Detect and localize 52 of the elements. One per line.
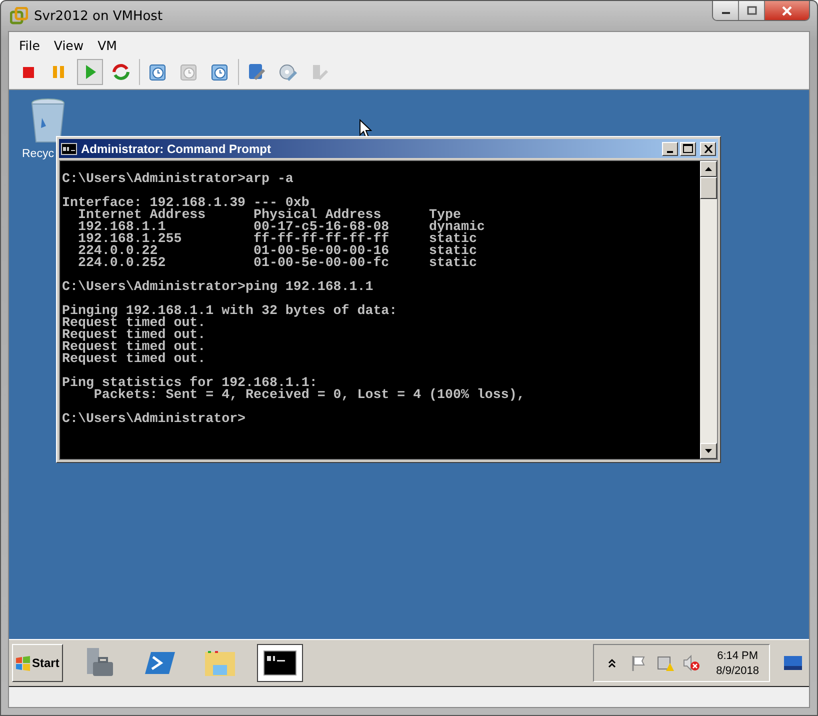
console-line: 224.0.0.22 01-00-5e-00-00-16 static (76, 245, 478, 257)
maximize-button[interactable] (739, 1, 765, 20)
clock-time[interactable]: 6:14 PM (717, 650, 758, 662)
console-line: Request timed out. (62, 353, 207, 365)
window-title: Svr2012 on VMHost (34, 8, 163, 24)
snapshot-manager-icon (210, 62, 230, 82)
console-line: C:\Users\Administrator>arp -a (62, 173, 294, 185)
down-arrow-icon (705, 449, 712, 453)
app-logo-icon (10, 7, 28, 25)
clock-date[interactable]: 8/9/2018 (716, 664, 759, 676)
console-line: Request timed out. (62, 329, 207, 341)
menu-item[interactable]: File (19, 38, 40, 52)
revert-snapshot-icon (179, 62, 199, 82)
minimize-icon (667, 150, 673, 152)
console-line: 192.168.1.1 00-17-c5-16-68-08 dynamic (76, 221, 486, 233)
taskbar-button[interactable] (257, 644, 303, 682)
console-window-title: Administrator: Command Prompt (81, 142, 272, 156)
reset-icon (111, 62, 131, 82)
scroll-thumb[interactable] (700, 177, 717, 199)
snapshot-icon (148, 62, 168, 82)
vertical-scrollbar[interactable] (700, 161, 717, 459)
start-button[interactable]: Start (12, 644, 63, 682)
close-icon (704, 144, 712, 152)
disc-icon (278, 62, 298, 82)
recycle-bin-icon[interactable] (30, 98, 66, 144)
network-warning-icon[interactable] (656, 654, 674, 672)
scroll-up-button[interactable] (700, 161, 717, 177)
windows-logo-icon (15, 656, 31, 670)
scroll-down-button[interactable] (700, 443, 717, 459)
desktop-icon-label[interactable]: Recyc (22, 148, 54, 160)
console-line: Internet Address Physical Address Type (76, 209, 461, 221)
toolbar-button[interactable] (77, 59, 103, 85)
console-line: Request timed out. (62, 317, 207, 329)
muted-speaker-icon[interactable] (682, 654, 700, 672)
console-line: 224.0.0.252 01-00-5e-00-00-fc static (76, 257, 478, 269)
console-line: Ping statistics for 192.168.1.1: (62, 377, 318, 389)
console-line: C:\Users\Administrator>ping 192.168.1.1 (62, 281, 374, 293)
console-line: Request timed out. (62, 341, 207, 353)
minimize-button[interactable] (713, 1, 739, 20)
close-button[interactable] (700, 142, 716, 156)
maximize-icon (746, 6, 756, 15)
console-line: C:\Users\Administrator> (62, 413, 247, 425)
menu-item[interactable]: VM (98, 38, 117, 52)
maximize-icon (683, 144, 693, 153)
console-line: Packets: Sent = 4, Received = 0, Lost = 4 (100% loss), (94, 389, 526, 401)
menu-item[interactable]: View (54, 38, 84, 52)
console-line: 192.168.1.255 ff-ff-ff-ff-ff-ff static (76, 233, 477, 245)
close-icon (781, 6, 793, 16)
up-arrow-icon (705, 167, 712, 171)
console-line: Interface: 192.168.1.39 --- 0xb (62, 197, 310, 209)
console-icon (61, 142, 77, 154)
console-line: Pinging 192.168.1.1 with 32 bytes of data: (62, 305, 398, 317)
